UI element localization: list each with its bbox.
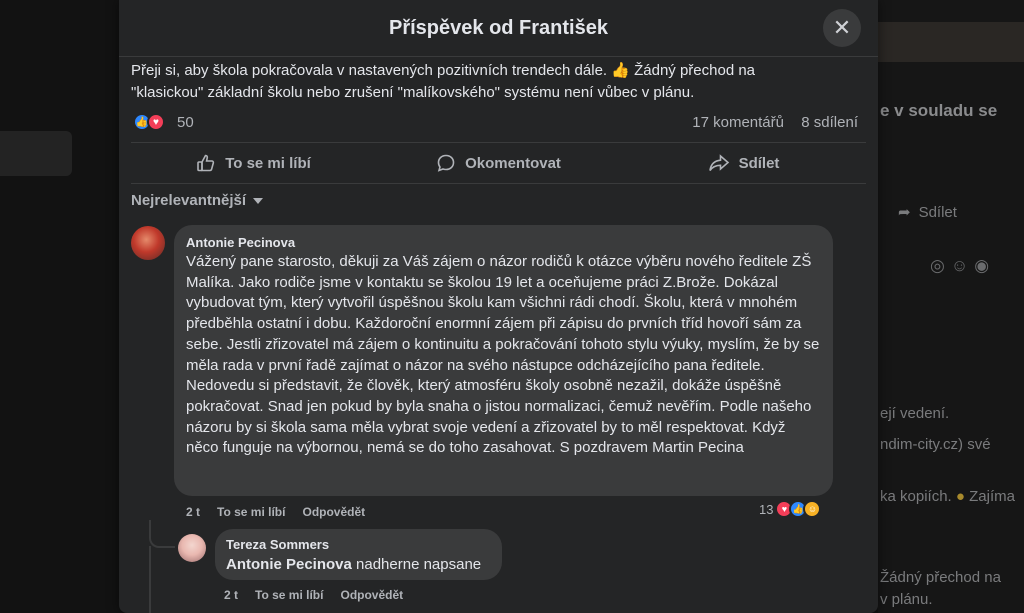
background-text: ndim-city.cz) své [880, 436, 991, 453]
background-share-label: Sdílet [918, 204, 957, 221]
reaction-icons[interactable]: 👍 ♥ [133, 113, 165, 131]
avatar[interactable] [131, 226, 165, 260]
comment-label: Okomentovat [465, 154, 561, 172]
background-text-part: Zajíma [969, 488, 1015, 505]
care-reaction-icon: ☺ [803, 500, 822, 518]
background-text: e v souladu se [880, 101, 998, 120]
reply-time[interactable]: 2 t [224, 588, 238, 602]
modal-header: Příspěvek od František ✕ [119, 0, 878, 57]
comment-button[interactable]: Okomentovat [376, 143, 621, 183]
comment-reaction-count: 13 [759, 501, 774, 517]
like-button[interactable]: To se mi líbí [131, 143, 376, 183]
reaction-count[interactable]: 50 [177, 114, 194, 131]
comment-time[interactable]: 2 t [186, 505, 200, 519]
comment-text: Vážený pane starosto, děkuji za Váš záje… [186, 253, 820, 457]
avatar[interactable] [178, 534, 206, 562]
reply-reply-button[interactable]: Odpovědět [340, 588, 403, 602]
comment-author[interactable]: Antonie Pecinova [186, 235, 821, 251]
comment-reply-button[interactable]: Odpovědět [302, 505, 365, 519]
comment-like-button[interactable]: To se mi líbí [217, 505, 285, 519]
sort-label: Nejrelevantnější [131, 192, 247, 209]
share-icon [708, 154, 729, 171]
background-right-column [878, 0, 1024, 613]
comment-reactions[interactable]: 13 ♥ 👍 ☺ [759, 500, 822, 518]
modal-title: Příspěvek od František [389, 16, 608, 39]
comments-count[interactable]: 17 komentářů [692, 114, 784, 131]
reactions-summary: 👍 ♥ 50 17 komentářů 8 sdílení [131, 113, 868, 133]
background-text: ejí vedení. [880, 405, 950, 422]
post-action-bar: To se mi líbí Okomentovat Sdílet [131, 142, 866, 184]
comment-sort-dropdown[interactable]: Nejrelevantnější [131, 192, 264, 209]
reply-thread-line [149, 546, 151, 613]
emoji-icon: ● [955, 488, 965, 505]
comment-bubble: Antonie Pecinova Vážený pane starosto, d… [174, 225, 833, 496]
background-text: ka kopiích. ● Zajíma [880, 488, 1015, 505]
thumbs-up-icon [197, 154, 215, 172]
reply-meta: 2 t To se mi líbí Odpovědět [224, 588, 420, 602]
background-text: v plánu. [880, 591, 933, 608]
background-card [0, 131, 72, 176]
background-photo [878, 22, 1024, 62]
shares-count[interactable]: 8 sdílení [801, 114, 858, 131]
reply-text-body: nadherne napsane [356, 556, 482, 573]
reply-text: Antonie Pecinova nadherne napsane [226, 555, 491, 575]
close-icon: ✕ [832, 15, 852, 40]
reply-author[interactable]: Tereza Sommers [226, 537, 491, 553]
like-label: To se mi líbí [225, 154, 311, 172]
comment-icon [437, 154, 455, 172]
share-button[interactable]: Sdílet [621, 143, 866, 183]
background-text-part: ka kopiích. [880, 488, 952, 505]
background-share-button: ➦ Sdílet [898, 204, 957, 221]
background-text: Žádný přechod na [880, 569, 1001, 586]
love-reaction-icon: ♥ [147, 113, 165, 131]
comment-meta: 2 t To se mi líbí Odpovědět [186, 505, 382, 519]
share-label: Sdílet [738, 154, 780, 172]
post-text: Přeji si, aby škola pokračovala v nastav… [131, 62, 756, 101]
caret-down-icon [253, 197, 264, 204]
background-emoji-icons: ◎☺◉ [930, 256, 996, 275]
reply-thread-line [149, 520, 175, 548]
reply-bubble: Tereza Sommers Antonie Pecinova nadherne… [215, 529, 502, 580]
close-button[interactable]: ✕ [823, 9, 861, 47]
mention-link[interactable]: Antonie Pecinova [226, 556, 352, 573]
post-modal: Příspěvek od František ✕ Přeji si, aby š… [119, 0, 878, 613]
reply-like-button[interactable]: To se mi líbí [255, 588, 323, 602]
